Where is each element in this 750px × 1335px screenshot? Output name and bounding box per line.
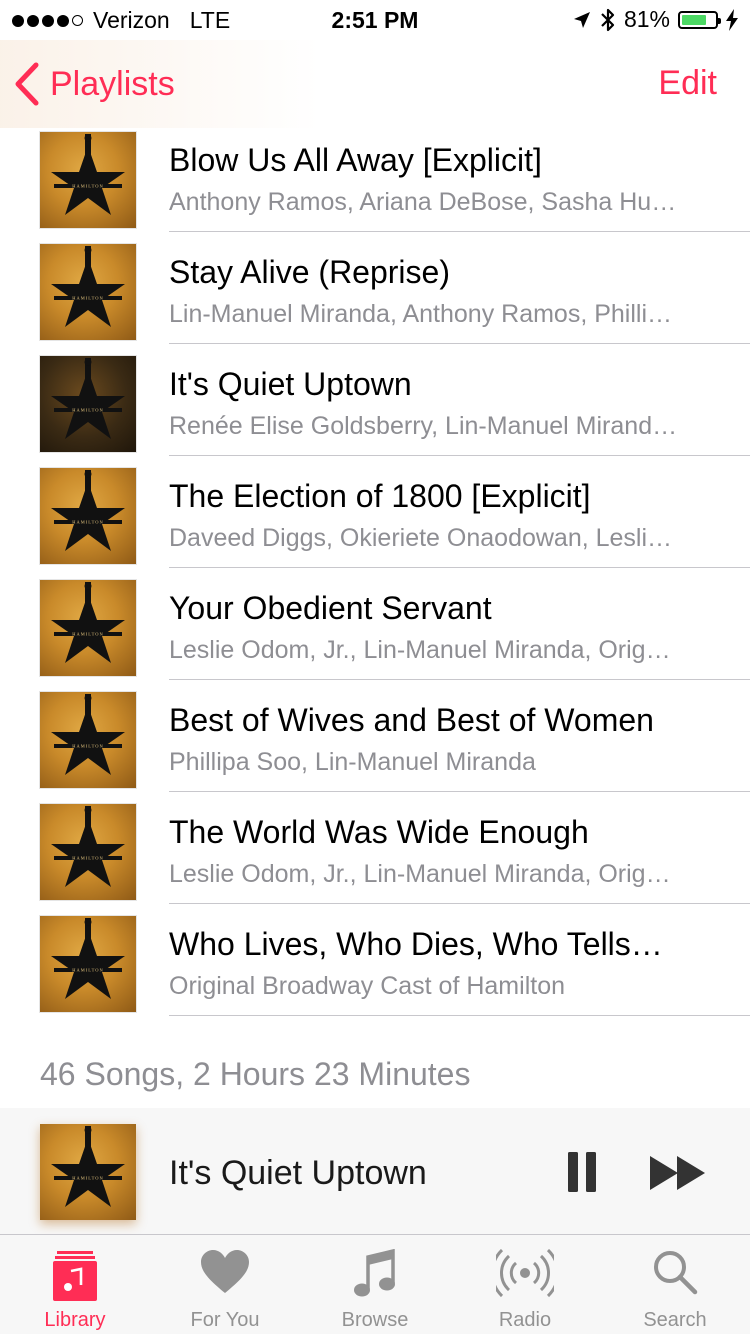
tab-bar: Library For You Browse Radio Search [0, 1234, 750, 1334]
heart-icon [201, 1250, 249, 1293]
song-title: The World Was Wide Enough [169, 814, 589, 850]
music-note-icon [354, 1249, 395, 1297]
now-playing-title[interactable]: It's Quiet Uptown [169, 1154, 427, 1193]
tab-label: Browse [341, 1309, 409, 1331]
album-artwork: HAMILTON [40, 356, 136, 452]
song-row[interactable]: HAMILTON Who Lives, Who Dies, Who Tells…… [0, 904, 750, 1016]
tab-label: Library [44, 1309, 106, 1331]
song-artist: Leslie Odom, Jr., Lin-Manuel Miranda, Or… [169, 636, 671, 664]
location-arrow-icon [573, 11, 590, 28]
svg-text:HAMILTON: HAMILTON [72, 856, 104, 861]
album-artwork: HAMILTON [40, 244, 136, 340]
tab-search[interactable]: Search [600, 1235, 750, 1335]
song-row[interactable]: HAMILTON The World Was Wide Enough Leslie… [0, 792, 750, 904]
svg-text:HAMILTON: HAMILTON [72, 408, 104, 413]
song-row[interactable]: HAMILTON Best of Wives and Best of Women… [0, 680, 750, 792]
album-artwork: HAMILTON [40, 804, 136, 900]
tab-for-you[interactable]: For You [150, 1235, 300, 1335]
mini-player[interactable]: HAMILTON It's Quiet Uptown [0, 1108, 750, 1234]
song-title: The Election of 1800 [Explicit] [169, 478, 591, 514]
song-title: Best of Wives and Best of Women [169, 702, 654, 738]
song-title: Your Obedient Servant [169, 590, 492, 626]
svg-text:HAMILTON: HAMILTON [72, 744, 104, 749]
library-icon [53, 1251, 97, 1301]
album-artwork: HAMILTON [40, 916, 136, 1012]
chevron-left-icon [15, 62, 39, 106]
pause-icon[interactable] [566, 1152, 598, 1192]
song-artist: Leslie Odom, Jr., Lin-Manuel Miranda, Or… [169, 860, 671, 888]
now-playing-artwork[interactable]: HAMILTON [40, 1124, 136, 1220]
back-button-label: Playlists [50, 64, 175, 103]
svg-text:HAMILTON: HAMILTON [72, 1176, 104, 1181]
svg-text:HAMILTON: HAMILTON [72, 184, 104, 189]
edit-button[interactable]: Edit [658, 64, 717, 103]
song-row[interactable]: HAMILTON Stay Alive (Reprise) Lin-Manuel … [0, 232, 750, 344]
song-row[interactable]: HAMILTON Your Obedient Servant Leslie Odo… [0, 568, 750, 680]
song-row[interactable]: HAMILTON The Election of 1800 [Explicit]… [0, 456, 750, 568]
song-row[interactable]: HAMILTON Blow Us All Away [Explicit] Anth… [0, 120, 750, 232]
charging-bolt-icon [726, 8, 738, 31]
album-artwork: HAMILTON [40, 468, 136, 564]
album-artwork: HAMILTON [40, 692, 136, 788]
song-title: Blow Us All Away [Explicit] [169, 142, 542, 178]
tab-library[interactable]: Library [0, 1235, 150, 1335]
song-artist: Renée Elise Goldsberry, Lin-Manuel Miran… [169, 412, 678, 440]
fast-forward-icon[interactable] [650, 1156, 706, 1190]
song-artist: Anthony Ramos, Ariana DeBose, Sasha Hu… [169, 188, 677, 216]
tab-label: For You [190, 1309, 260, 1331]
status-bar: Verizon LTE 2:51 PM 81% [0, 0, 750, 40]
svg-text:HAMILTON: HAMILTON [72, 632, 104, 637]
song-artist: Phillipa Soo, Lin-Manuel Miranda [169, 748, 536, 776]
song-title: It's Quiet Uptown [169, 366, 412, 402]
bluetooth-icon [601, 8, 615, 31]
battery-percent: 81% [623, 6, 670, 32]
back-button[interactable]: Playlists [14, 62, 175, 106]
song-list: HAMILTON Blow Us All Away [Explicit] Anth… [0, 120, 750, 1016]
song-artist: Daveed Diggs, Okieriete Onaodowan, Lesli… [169, 524, 673, 552]
album-artwork: HAMILTON [40, 580, 136, 676]
battery-icon [678, 10, 721, 29]
svg-text:HAMILTON: HAMILTON [72, 520, 104, 525]
row-separator [169, 1015, 750, 1016]
svg-text:HAMILTON: HAMILTON [72, 296, 104, 301]
playlist-summary: 46 Songs, 2 Hours 23 Minutes [40, 1056, 471, 1092]
tab-browse[interactable]: Browse [300, 1235, 450, 1335]
song-title: Stay Alive (Reprise) [169, 254, 450, 290]
status-right: 81% [572, 6, 738, 33]
navigation-bar: Playlists Edit [0, 40, 750, 128]
radio-icon [496, 1249, 554, 1298]
search-icon [654, 1251, 698, 1295]
tab-label: Radio [498, 1309, 552, 1331]
battery-fill [682, 14, 707, 25]
tab-label: Search [643, 1309, 707, 1331]
song-artist: Lin-Manuel Miranda, Anthony Ramos, Phill… [169, 300, 673, 328]
song-title: Who Lives, Who Dies, Who Tells… [169, 926, 663, 962]
tab-radio[interactable]: Radio [450, 1235, 600, 1335]
svg-text:HAMILTON: HAMILTON [72, 968, 104, 973]
song-artist: Original Broadway Cast of Hamilton [169, 972, 565, 1000]
song-row[interactable]: HAMILTON It's Quiet Uptown Renée Elise Go… [0, 344, 750, 456]
album-artwork: HAMILTON [40, 132, 136, 228]
